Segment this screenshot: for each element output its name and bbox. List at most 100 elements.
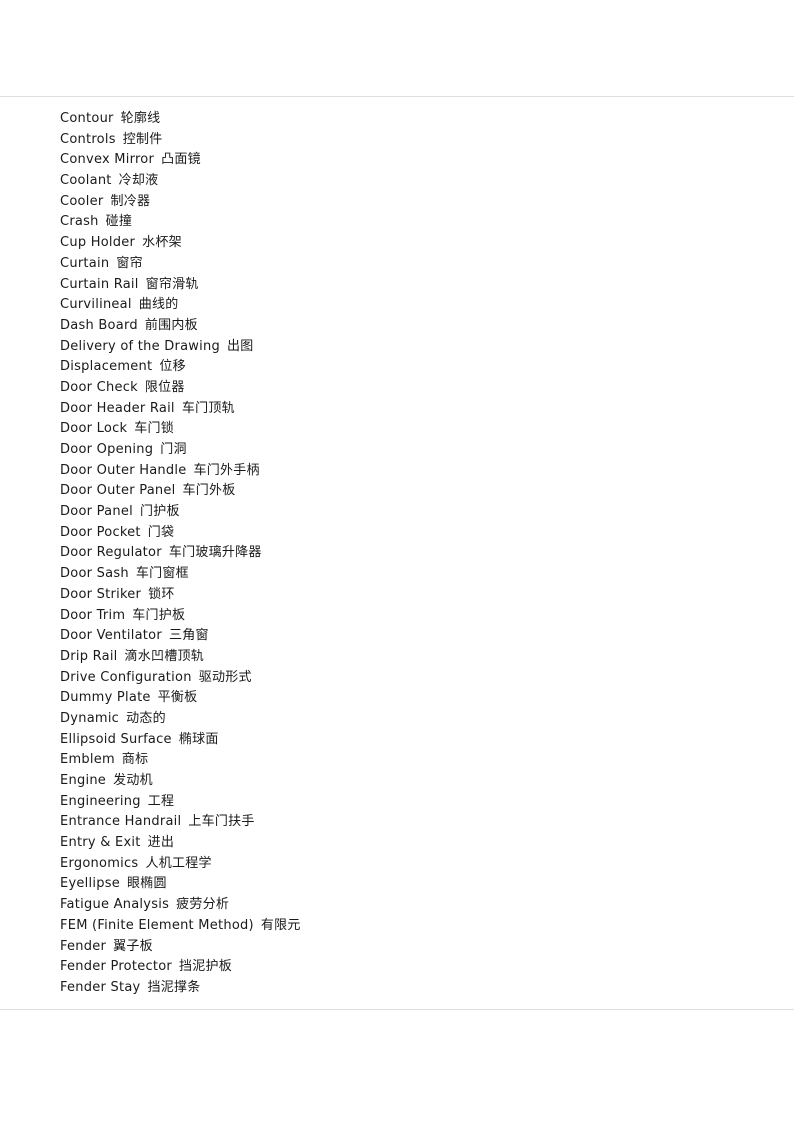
glossary-term: Fatigue Analysis	[60, 897, 170, 913]
glossary-translation: 商标	[121, 752, 149, 768]
glossary-term: Door Outer Handle	[60, 462, 187, 478]
glossary-entry: Door Opening 门洞	[60, 440, 794, 461]
glossary-translation: 发动机	[113, 773, 153, 788]
glossary-term: Door Regulator	[60, 545, 162, 561]
glossary-entry: FEM (Finite Element Method) 有限元	[60, 916, 794, 937]
glossary-translation: 窗帘滑轨	[145, 276, 199, 292]
glossary-translation: 水杯架	[142, 235, 182, 251]
glossary-translation: 翼子板	[113, 938, 153, 954]
glossary-entry: Dynamic 动态的	[60, 709, 794, 730]
glossary-entry: Door Header Rail 车门顶轨	[60, 399, 794, 420]
glossary-term: Fender Stay	[60, 979, 141, 995]
glossary-entry: Door Panel 门护板	[60, 502, 794, 523]
glossary-term: Drive Configuration	[60, 669, 192, 685]
glossary-translation: 门洞	[160, 442, 187, 457]
glossary-term: Curvilineal	[60, 297, 132, 313]
glossary-term: Door Striker	[60, 586, 142, 602]
glossary-translation: 控制件	[122, 131, 163, 147]
glossary-translation: 车门顶轨	[181, 400, 235, 416]
glossary-entry: Door Outer Panel 车门外板	[60, 481, 794, 502]
glossary-term: Door Check	[60, 379, 138, 395]
glossary-translation: 有限元	[260, 917, 301, 933]
glossary-term: Door Opening	[60, 442, 154, 457]
glossary-entry: Entry & Exit 进出	[60, 833, 794, 854]
glossary-translation: 车门外手柄	[193, 462, 260, 478]
glossary-term: Door Pocket	[60, 524, 141, 540]
glossary-entry: Door Outer Handle 车门外手柄	[60, 461, 794, 482]
glossary-entry: Fender Protector 挡泥护板	[60, 957, 794, 978]
glossary-term: Door Lock	[60, 421, 128, 437]
glossary-entry: Drip Rail 滴水凹槽顶轨	[60, 647, 794, 668]
glossary-term: Cooler	[60, 193, 104, 209]
glossary-translation: 车门外板	[182, 483, 236, 499]
glossary-entry: Contour 轮廓线	[60, 109, 794, 130]
glossary-entry: Door Regulator 车门玻璃升降器	[60, 543, 794, 564]
glossary-entry: Dash Board 前围内板	[60, 316, 794, 337]
glossary-translation: 工程	[147, 793, 175, 809]
glossary-translation: 椭球面	[178, 731, 219, 747]
glossary-translation: 限位器	[144, 379, 185, 395]
glossary-entry: Door Pocket 门袋	[60, 523, 794, 544]
glossary-term: Door Sash	[60, 566, 129, 582]
glossary-term: Cup Holder	[60, 235, 136, 251]
glossary-entry: Convex Mirror 凸面镜	[60, 150, 794, 171]
glossary-entry: Engine 发动机	[60, 771, 794, 792]
glossary-translation: 碰撞	[105, 214, 133, 230]
glossary-entry: Fender Stay 挡泥撑条	[60, 978, 794, 999]
glossary-translation: 车门护板	[132, 607, 186, 623]
glossary-translation: 平衡板	[157, 690, 198, 706]
document-body: Contour 轮廓线 Controls 控制件 Convex Mirror 凸面镜 Coo…	[0, 97, 794, 1009]
glossary-term: Engine	[60, 773, 107, 788]
glossary-entry: Entrance Handrail 上车门扶手	[60, 812, 794, 833]
glossary-term: Door Outer Panel	[60, 483, 176, 499]
glossary-term: Door Panel	[60, 504, 133, 520]
glossary-term: Door Trim	[60, 607, 126, 623]
glossary-translation: 凸面镜	[161, 152, 201, 168]
glossary-entry: Curtain 窗帘	[60, 254, 794, 275]
glossary-term: Eyellipse	[60, 876, 121, 892]
glossary-translation: 驱动形式	[198, 669, 252, 685]
glossary-term: Controls	[60, 131, 116, 147]
glossary-translation: 前围内板	[144, 317, 198, 333]
glossary-term: Dummy Plate	[60, 690, 151, 706]
glossary-translation: 出图	[227, 338, 254, 354]
glossary-translation: 窗帘	[116, 255, 143, 271]
glossary-term: Engineering	[60, 793, 141, 809]
glossary-term: Fender Protector	[60, 959, 172, 975]
document-page: Contour 轮廓线 Controls 控制件 Convex Mirror 凸面镜 Coo…	[0, 0, 794, 1123]
glossary-translation: 挡泥护板	[179, 959, 233, 975]
glossary-translation: 车门玻璃升降器	[168, 545, 262, 561]
glossary-entry: Fender 翼子板	[60, 937, 794, 958]
glossary-term: Coolant	[60, 173, 112, 189]
page-footer-band	[0, 1010, 794, 1120]
glossary-term: Door Ventilator	[60, 628, 162, 644]
glossary-term: Fender	[60, 938, 107, 954]
glossary-term: Convex Mirror	[60, 152, 155, 168]
glossary-translation: 挡泥撑条	[147, 979, 201, 995]
glossary-entry: Door Check 限位器	[60, 378, 794, 399]
glossary-entry: Drive Configuration 驱动形式	[60, 668, 794, 689]
glossary-entry: Door Striker 锁环	[60, 585, 794, 606]
glossary-term: Entrance Handrail	[60, 814, 182, 830]
glossary-term: Ellipsoid Surface	[60, 731, 172, 747]
glossary-translation: 人机工程学	[145, 855, 212, 871]
glossary-translation: 车门窗框	[135, 566, 189, 582]
glossary-entry: Curtain Rail 窗帘滑轨	[60, 275, 794, 296]
glossary-translation: 动态的	[126, 710, 166, 726]
glossary-translation: 滴水凹槽顶轨	[124, 648, 205, 664]
glossary-term: Crash	[60, 214, 99, 230]
glossary-entry: Fatigue Analysis 疲劳分析	[60, 895, 794, 916]
glossary-term: Contour	[60, 111, 114, 126]
glossary-entry: Emblem 商标	[60, 750, 794, 771]
glossary-entry: Ergonomics 人机工程学	[60, 854, 794, 875]
glossary-entry: Eyellipse 眼椭圆	[60, 874, 794, 895]
glossary-entry: Crash 碰撞	[60, 212, 794, 233]
glossary-term: Dash Board	[60, 317, 138, 333]
glossary-entry: Dummy Plate 平衡板	[60, 688, 794, 709]
glossary-term: Ergonomics	[60, 855, 139, 871]
glossary-entry: Displacement 位移	[60, 357, 794, 378]
glossary-translation: 门护板	[139, 504, 180, 520]
glossary-entry: Cup Holder 水杯架	[60, 233, 794, 254]
glossary-term: Displacement	[60, 359, 153, 375]
glossary-translation: 车门锁	[134, 421, 175, 437]
